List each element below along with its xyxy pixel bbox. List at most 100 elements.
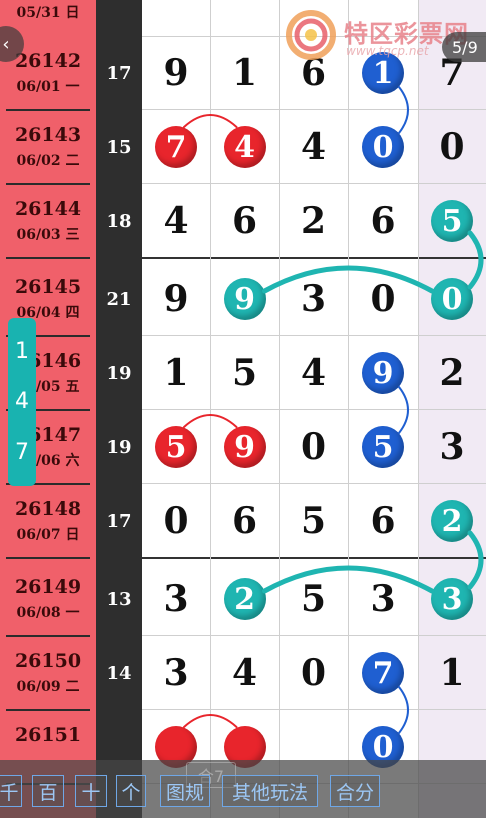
red-ball: 5 <box>155 426 197 468</box>
issue-number: 26149 <box>14 576 82 598</box>
digit-value: 6 <box>231 200 258 242</box>
sum-value: 18 <box>106 210 132 232</box>
issue-number: 26143 <box>14 124 82 146</box>
draw-row: 26145 06/04 四 21 9 9 3 0 0 <box>0 262 486 336</box>
digit-cell: 2 <box>418 484 486 558</box>
digit-value: 5 <box>300 500 327 542</box>
page-counter[interactable]: 5/9 <box>442 32 486 62</box>
digit-cell: 0 <box>348 262 418 336</box>
toolbar-tab[interactable]: 合分 <box>330 775 380 807</box>
red-ball: 4 <box>223 126 266 168</box>
red-ball: 9 <box>223 426 266 468</box>
draw-row: 26147 06/06 六 19 5 9 0 5 3 <box>0 410 486 484</box>
draw-row: 26149 06/08 一 13 3 2 5 3 3 <box>0 562 486 636</box>
issue-date: 06/07 日 <box>16 527 80 543</box>
chevron-left-icon: ‹ <box>2 33 10 55</box>
digit-cell: 6 <box>210 484 279 558</box>
issue-number: 26148 <box>14 498 82 520</box>
red-ball: 7 <box>155 126 197 168</box>
blue-ball: 7 <box>362 652 404 694</box>
digit-value: 0 <box>370 278 396 320</box>
digit-cell: 5 <box>348 410 418 484</box>
issue-cell: 26144 06/03 三 <box>0 184 96 258</box>
digit-value: 4 <box>300 126 327 168</box>
column-divider <box>210 0 211 818</box>
sum-value: 15 <box>106 136 132 158</box>
digit-cell: 6 <box>348 484 418 558</box>
toolbar-tab[interactable]: 图规 <box>160 775 210 807</box>
side-tab-digit: 7 <box>15 440 29 466</box>
digit-cell: 2 <box>279 184 348 258</box>
digit-cell: 6 <box>210 184 279 258</box>
digit-value: 0 <box>300 426 327 468</box>
digit-cell: 1 <box>210 36 279 110</box>
sum-value: 13 <box>106 588 132 610</box>
digit-cell: 3 <box>418 410 486 484</box>
issue-date: 06/03 三 <box>16 227 80 243</box>
sum-value: 19 <box>106 362 132 384</box>
sum-value: 17 <box>106 62 132 84</box>
side-position-tab[interactable]: 1 4 7 <box>8 318 36 486</box>
digit-cell: 4 <box>142 184 210 258</box>
logo-swirl-icon <box>286 10 336 60</box>
blue-ball: 0 <box>362 126 404 168</box>
toolbar-tab[interactable]: 其他玩法 <box>222 775 318 807</box>
issue-date: 06/08 一 <box>16 605 80 621</box>
digit-cell: 5 <box>418 184 486 258</box>
digit-value: 3 <box>163 578 189 620</box>
digit-value: 4 <box>231 652 258 694</box>
digit-cell: 4 <box>279 110 348 184</box>
digit-cell: 7 <box>348 636 418 710</box>
draw-row: 26144 06/03 三 18 4 6 2 6 5 <box>0 184 486 258</box>
sum-value: 19 <box>106 436 132 458</box>
digit-value: 1 <box>439 652 465 694</box>
digit-cell: 3 <box>418 562 486 636</box>
digit-cell: 0 <box>279 410 348 484</box>
blue-ball: 5 <box>362 426 404 468</box>
draw-row: 26146 06/05 五 19 1 5 4 9 2 <box>0 336 486 410</box>
teal-ball: 2 <box>431 500 473 542</box>
draw-row: 26150 06/09 二 14 3 4 0 7 1 <box>0 636 486 710</box>
side-tab-digit: 1 <box>15 338 29 364</box>
digit-value: 5 <box>231 352 258 394</box>
row-divider <box>142 257 486 259</box>
teal-ball: 9 <box>223 278 266 320</box>
toolbar-tab[interactable]: 千 <box>0 775 22 807</box>
side-tab-digit: 4 <box>15 389 29 415</box>
digit-cell: 7 <box>142 110 210 184</box>
digit-value: 2 <box>300 200 327 242</box>
blue-ball: 9 <box>362 352 404 394</box>
column-divider <box>348 0 349 818</box>
toolbar-tab[interactable]: 个 <box>116 775 146 807</box>
digit-value: 3 <box>439 426 465 468</box>
digit-value: 6 <box>370 500 396 542</box>
toolbar-tab[interactable]: 十 <box>75 775 107 807</box>
digit-value: 6 <box>370 200 396 242</box>
digit-cell: 3 <box>142 636 210 710</box>
top-partial-date: 05/31 日 <box>16 5 80 21</box>
teal-ball: 0 <box>431 278 473 320</box>
digit-cell: 9 <box>142 36 210 110</box>
digit-cell: 3 <box>348 562 418 636</box>
issue-date: 06/01 一 <box>16 79 80 95</box>
digit-value: 9 <box>163 52 189 94</box>
digit-cell: 1 <box>142 336 210 410</box>
digit-value: 0 <box>439 126 465 168</box>
issue-date: 06/02 二 <box>16 153 80 169</box>
digit-cell: 9 <box>348 336 418 410</box>
issue-separator <box>6 257 90 259</box>
toolbar-tab[interactable]: 百 <box>32 775 64 807</box>
digit-value: 9 <box>163 278 189 320</box>
sum-value: 17 <box>106 510 132 532</box>
issue-cell: 26150 06/09 二 <box>0 636 96 710</box>
issue-cell: 26149 06/08 一 <box>0 562 96 636</box>
digit-cell: 0 <box>418 262 486 336</box>
digit-value: 2 <box>439 352 465 394</box>
digit-cell: 4 <box>210 110 279 184</box>
lottery-chart-screen: 05/31 日 26142 06/01 一 17 9 1 6 1 7 26143 06/02 二1… <box>0 0 486 818</box>
digit-value: 5 <box>300 578 327 620</box>
digit-cell: 5 <box>279 562 348 636</box>
teal-ball: 5 <box>431 200 473 242</box>
digit-cell: 9 <box>142 262 210 336</box>
digit-value: 4 <box>300 352 327 394</box>
